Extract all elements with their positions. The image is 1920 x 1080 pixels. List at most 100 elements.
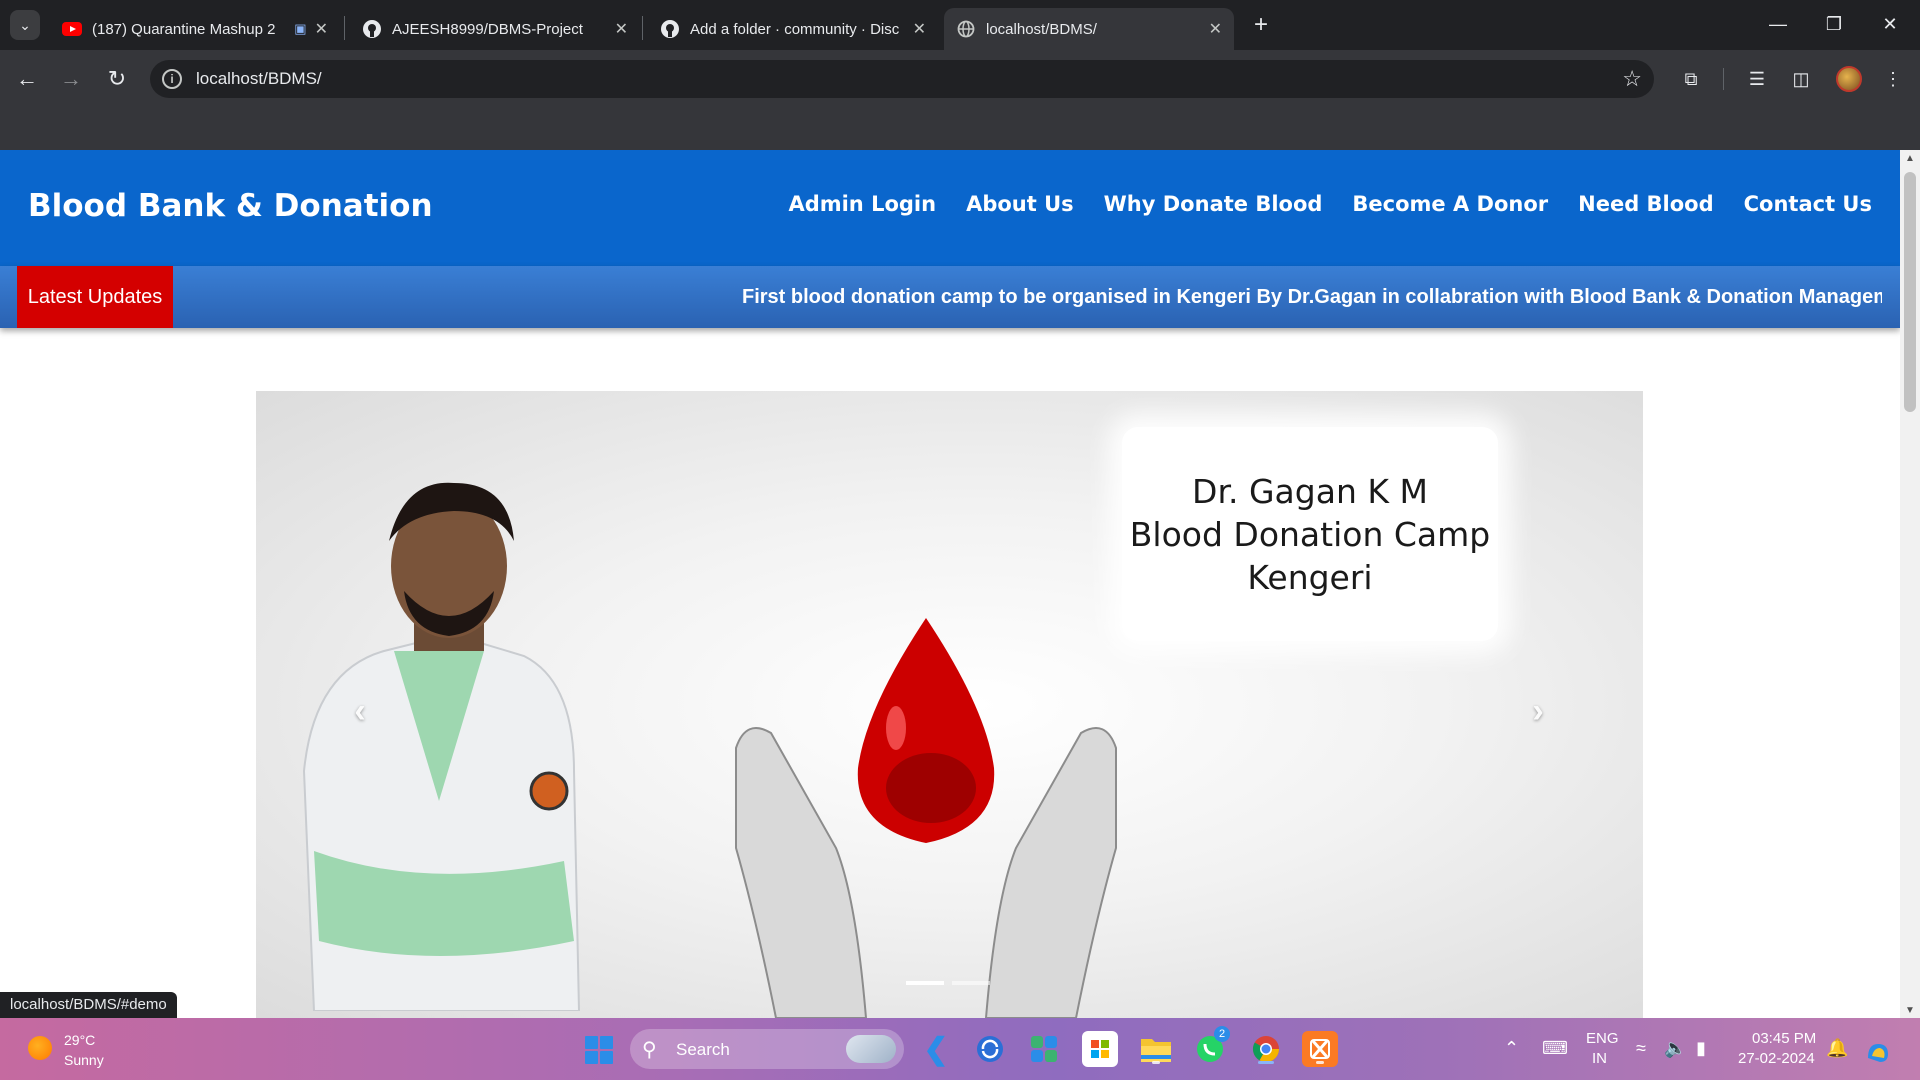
caption-line-event: Blood Donation Camp (1129, 514, 1491, 554)
copilot-icon[interactable] (1864, 1038, 1892, 1071)
scroll-up-arrow-icon[interactable]: ▲ (1900, 150, 1920, 166)
kebab-menu-icon: ⋮ (1884, 68, 1902, 89)
clock-time[interactable]: 03:45 PM (1752, 1030, 1816, 1047)
chevron-right-icon: › (1532, 691, 1544, 730)
minimize-icon: — (1769, 13, 1787, 34)
battery-icon[interactable]: ▮ (1696, 1038, 1706, 1059)
close-tab-icon[interactable]: ✕ (315, 19, 328, 39)
address-url[interactable]: localhost/BDMS/ (196, 69, 322, 89)
widgets-app-icon[interactable] (1026, 1031, 1062, 1067)
taskbar-search-label: Search (676, 1040, 730, 1059)
main-nav: Admin Login About Us Why Donate Blood Be… (788, 192, 1872, 216)
back-button[interactable]: ← (12, 64, 42, 94)
new-tab-button[interactable]: + (1246, 10, 1276, 40)
tab-youtube[interactable]: (187) Quarantine Mashup 2 ▣ ✕ (50, 8, 340, 50)
slide-caption-card: Dr. Gagan K M Blood Donation Camp Kenger… (1122, 427, 1498, 641)
weather-sun-icon[interactable] (28, 1036, 52, 1060)
address-bar[interactable]: i localhost/BDMS/ ☆ (150, 60, 1654, 98)
tab-title: localhost/BDMS/ (986, 20, 1097, 38)
chrome-icon[interactable] (1248, 1031, 1284, 1067)
close-tab-icon[interactable]: ✕ (1209, 19, 1222, 39)
carousel-next-button[interactable]: › (1518, 691, 1558, 731)
github-icon (362, 19, 382, 39)
clock-date[interactable]: 27-02-2024 (1738, 1050, 1815, 1067)
taskbar-search[interactable]: ⚲ Search (630, 1029, 904, 1069)
reload-button[interactable]: ↻ (102, 64, 132, 94)
browser-menu-button[interactable]: ⋮ (1878, 64, 1908, 94)
windows-logo-icon (585, 1036, 598, 1049)
site-brand[interactable]: Blood Bank & Donation (28, 188, 433, 224)
notification-bell-icon[interactable]: 🔔 (1826, 1038, 1848, 1059)
carousel-indicator[interactable] (906, 981, 944, 985)
side-panel-button[interactable]: ◫ (1786, 64, 1816, 94)
carousel-indicator[interactable] (952, 981, 990, 985)
close-tab-icon[interactable]: ✕ (615, 19, 628, 39)
whatsapp-notification-badge: 2 (1214, 1026, 1230, 1042)
nav-become-a-donor[interactable]: Become A Donor (1352, 192, 1548, 216)
tab-github-discussion[interactable]: Add a folder · community · Disc ✕ (648, 8, 938, 50)
language-indicator-line2[interactable]: IN (1592, 1050, 1607, 1067)
keyboard-icon[interactable]: ⌨ (1542, 1038, 1568, 1059)
nav-need-blood[interactable]: Need Blood (1578, 192, 1714, 216)
tab-search-button[interactable]: ⌄ (10, 10, 40, 40)
windows-logo-icon (600, 1051, 613, 1064)
volume-icon[interactable]: 🔈 (1664, 1038, 1686, 1059)
language-indicator-line1[interactable]: ENG (1586, 1030, 1619, 1047)
search-icon: ⚲ (642, 1039, 657, 1061)
reload-icon: ↻ (107, 66, 127, 91)
site-info-icon[interactable]: i (162, 69, 182, 89)
site-header: Blood Bank & Donation Admin Login About … (0, 150, 1900, 266)
media-playing-icon: ▣ (294, 21, 307, 36)
wifi-icon[interactable]: ≈ (1636, 1038, 1646, 1059)
caption-line-name: Dr. Gagan K M (1192, 471, 1428, 511)
nav-about-us[interactable]: About Us (966, 192, 1074, 216)
puzzle-icon: ⧉ (1684, 68, 1698, 89)
vscode-icon[interactable]: ❮ (918, 1031, 954, 1067)
copilot-sync-icon[interactable] (972, 1031, 1008, 1067)
profile-avatar[interactable] (1836, 66, 1862, 92)
nav-why-donate-blood[interactable]: Why Donate Blood (1104, 192, 1323, 216)
carousel-prev-button[interactable]: ‹ (340, 691, 380, 731)
restore-button[interactable]: ❐ (1806, 0, 1862, 48)
hands-blood-drop-illustration (735, 618, 1117, 1018)
playlist-icon: ☰ (1748, 68, 1766, 89)
scrollbar-thumb[interactable] (1904, 172, 1916, 412)
running-indicator (1152, 1061, 1160, 1064)
updates-text: First blood donation camp to be organise… (742, 286, 1882, 308)
media-controls-button[interactable]: ☰ (1742, 64, 1772, 94)
microsoft-store-icon[interactable] (1082, 1031, 1118, 1067)
start-button[interactable] (585, 1036, 613, 1064)
nav-admin-login[interactable]: Admin Login (788, 192, 936, 216)
nav-contact-us[interactable]: Contact Us (1744, 192, 1872, 216)
tab-title: Add a folder · community · Disc (690, 20, 900, 38)
file-explorer-icon[interactable] (1138, 1031, 1174, 1067)
chevron-up-icon[interactable]: ⌃ (1504, 1038, 1519, 1059)
bookmark-star-icon[interactable]: ☆ (1622, 66, 1642, 92)
active-indicator (1258, 1061, 1274, 1064)
weather-description[interactable]: Sunny (64, 1052, 104, 1068)
caption-line-location: Kengeri (1247, 557, 1373, 597)
scroll-down-arrow-icon[interactable]: ▼ (1900, 1002, 1920, 1018)
plus-icon: + (1253, 11, 1268, 38)
windows-taskbar: 29°C Sunny ⚲ Search ❮ 2 ⌃ ⌨ ENG IN ≈ 🔈 ▮… (0, 1018, 1920, 1080)
updates-marquee: First blood donation camp to be organise… (742, 266, 1882, 328)
tab-localhost-bdms[interactable]: localhost/BDMS/ ✕ (944, 8, 1234, 50)
github-icon (660, 19, 680, 39)
close-window-button[interactable]: ✕ (1862, 0, 1918, 48)
latest-updates-bar: Latest Updates First blood donation camp… (0, 266, 1900, 328)
windows-logo-icon (600, 1036, 613, 1049)
running-indicator (1316, 1061, 1324, 1064)
close-tab-icon[interactable]: ✕ (913, 19, 926, 39)
minimize-button[interactable]: — (1750, 0, 1806, 48)
search-highlight-image (846, 1035, 896, 1063)
tab-github-dbms-project[interactable]: AJEESH8999/DBMS-Project ✕ (350, 8, 640, 50)
extensions-button[interactable]: ⧉ (1676, 64, 1706, 94)
weather-temperature[interactable]: 29°C (64, 1032, 95, 1048)
xampp-icon[interactable] (1302, 1031, 1338, 1067)
tab-title: (187) Quarantine Mashup 2 (92, 20, 276, 38)
forward-button[interactable]: → (56, 64, 86, 94)
arrow-right-icon: → (60, 66, 82, 91)
bookmarks-bar (0, 108, 1920, 150)
tab-title: AJEESH8999/DBMS-Project (392, 20, 583, 38)
page-scrollbar[interactable]: ▲ ▼ (1900, 150, 1920, 1018)
